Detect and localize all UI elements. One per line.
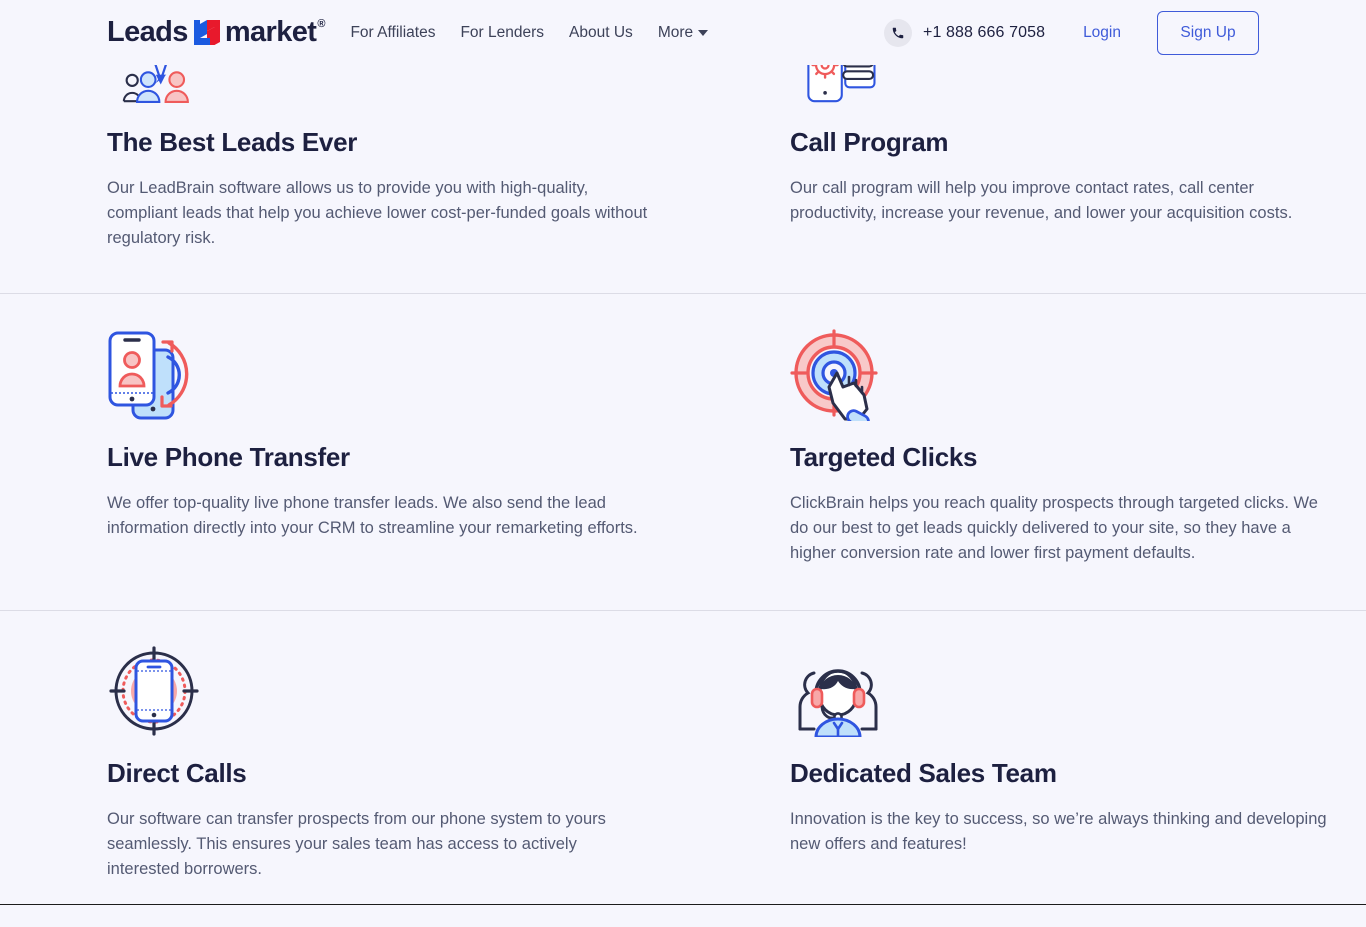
nav-for-lenders[interactable]: For Lenders [460,25,544,41]
headset-agent-icon [790,645,1336,738]
site-header: Leads market ® For Affiliates For Lender… [0,0,1366,65]
feature-title: Dedicated Sales Team [790,758,1057,789]
two-phones-transfer-icon [107,329,653,421]
feature-row: Direct Calls Our software can transfer p… [0,611,1366,906]
phone-icon [884,18,912,47]
header-phone[interactable]: +1 888 666 7058 [884,18,1046,47]
brand-logo[interactable]: Leads market ® [107,16,326,48]
features-grid: The Best Leads Ever Our LeadBrain softwa… [0,0,1366,906]
feature-title: The Best Leads Ever [107,127,358,157]
feature-card-direct-calls: Direct Calls Our software can transfer p… [0,611,683,904]
nav-more-label: More [657,23,694,41]
brand-word-right: market [224,16,317,48]
nav-about-us[interactable]: About Us [569,25,633,41]
main-navigation: For Affiliates For Lenders About Us More [350,23,709,41]
feature-description: Our software can transfer prospects from… [107,810,606,879]
feature-description: We offer top-quality live phone transfer… [107,494,638,538]
feature-title: Live Phone Transfer [107,442,350,473]
feature-title: Call Program [790,127,949,157]
login-link[interactable]: Login [1083,24,1121,42]
feature-description: Innovation is the key to success, so we’… [790,810,1327,854]
nav-more[interactable]: More [657,23,709,41]
nav-for-affiliates[interactable]: For Affiliates [350,25,435,41]
phone-crosshair-icon [107,645,653,737]
chevron-down-icon [698,29,709,36]
feature-description: Our LeadBrain software allows us to prov… [107,178,648,248]
feature-card-dedicated-sales-team: Dedicated Sales Team Innovation is the k… [683,611,1366,904]
leadsmarket-m-logo-icon [191,18,223,47]
brand-word-left: Leads [107,16,188,48]
header-actions: +1 888 666 7058 Login Sign Up [884,10,1259,55]
feature-title: Direct Calls [107,758,247,789]
phone-number: +1 888 666 7058 [923,23,1046,41]
feature-description: Our call program will help you improve c… [790,178,1293,222]
feature-row: Live Phone Transfer We offer top-quality… [0,294,1366,612]
feature-title: Targeted Clicks [790,442,978,473]
feature-card-live-phone-transfer: Live Phone Transfer We offer top-quality… [0,294,683,610]
feature-description: ClickBrain helps you reach quality prosp… [790,494,1318,563]
registered-mark: ® [317,17,326,30]
target-click-hand-icon [790,329,1336,422]
feature-card-targeted-clicks: Targeted Clicks ClickBrain helps you rea… [683,294,1366,610]
sign-up-button[interactable]: Sign Up [1157,10,1259,55]
